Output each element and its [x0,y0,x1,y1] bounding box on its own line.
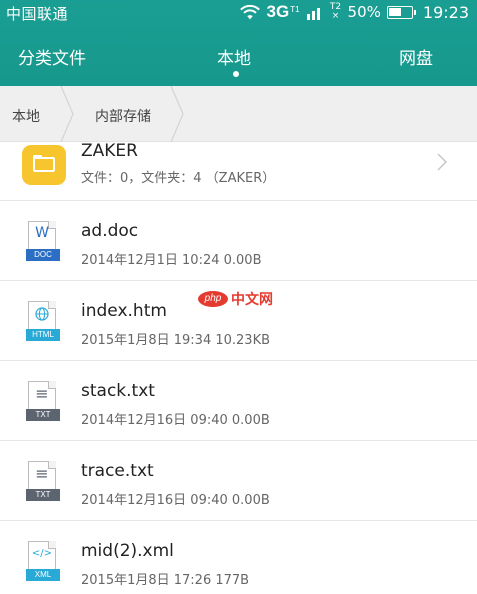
file-meta: 文件：0，文件夹：4 （ZAKER） [81,171,276,186]
wifi-icon [239,4,260,20]
signal-icon [306,8,320,20]
txt-file-icon: ≡ TXT [26,381,60,421]
watermark-text: 中文网 [231,292,273,308]
breadcrumb: 本地 内部存储 [0,86,477,142]
folder-icon [22,145,66,185]
file-name: index.htm [81,301,167,321]
status-time: 19:23 [422,2,469,22]
file-meta: 2015年1月8日 17:26 177B [81,573,250,588]
tab-bar: 分类文件 本地 网盘 [0,26,477,86]
file-name: ZAKER [81,142,138,161]
tab-cloud[interactable]: 网盘 [399,44,433,69]
carrier-name: 中国联通 [6,5,69,23]
file-list: ZAKER 文件：0，文件夹：4 （ZAKER） W DOC ad.doc 20… [0,142,477,594]
tab-categories[interactable]: 分类文件 [18,44,86,69]
list-item-file[interactable]: </> XML mid(2).xml 2015年1月8日 17:26 177B [0,521,477,594]
file-meta: 2015年1月8日 19:34 10.23KB [81,333,271,348]
watermark: php 中文网 [198,289,273,309]
list-item-file[interactable]: W DOC ad.doc 2014年12月1日 10:24 0.00B [0,201,477,281]
battery-icon [386,5,416,19]
file-meta: 2014年12月1日 10:24 0.00B [81,253,262,268]
network-type: 3G T1 [266,2,300,21]
app-header: 中国联通 3G T1 T2 × 50% 19:23 分类文件 本地 网盘 [0,0,477,86]
doc-file-icon: W DOC [26,221,60,261]
list-item-file[interactable]: ≡ TXT stack.txt 2014年12月16日 09:40 0.00B [0,361,477,441]
xml-file-icon: </> XML [26,541,60,581]
breadcrumb-separator-icon [170,86,184,142]
status-bar: 中国联通 3G T1 T2 × 50% 19:23 [0,0,477,26]
file-name: ad.doc [81,221,139,241]
file-meta: 2014年12月16日 09:40 0.00B [81,413,270,428]
active-tab-indicator [233,71,239,77]
file-name: mid(2).xml [81,541,174,561]
battery-percent: 50% [347,3,381,21]
breadcrumb-internal-storage[interactable]: 内部存储 [95,106,151,126]
tab-local[interactable]: 本地 [217,44,251,69]
file-name: stack.txt [81,381,155,401]
list-item-file[interactable]: ≡ TXT trace.txt 2014年12月16日 09:40 0.00B [0,441,477,521]
list-item-folder[interactable]: ZAKER 文件：0，文件夹：4 （ZAKER） [0,142,477,201]
watermark-logo: php [198,291,228,307]
file-name: trace.txt [81,461,154,481]
chevron-right-icon [437,153,447,171]
txt-file-icon: ≡ TXT [26,461,60,501]
html-file-icon: HTML [26,301,60,341]
breadcrumb-separator-icon [60,86,74,142]
status-icons: 3G T1 T2 × 50% 19:23 [239,2,469,22]
file-meta: 2014年12月16日 09:40 0.00B [81,493,270,508]
breadcrumb-local[interactable]: 本地 [12,106,40,126]
sim2-indicator: T2 × [329,2,342,21]
